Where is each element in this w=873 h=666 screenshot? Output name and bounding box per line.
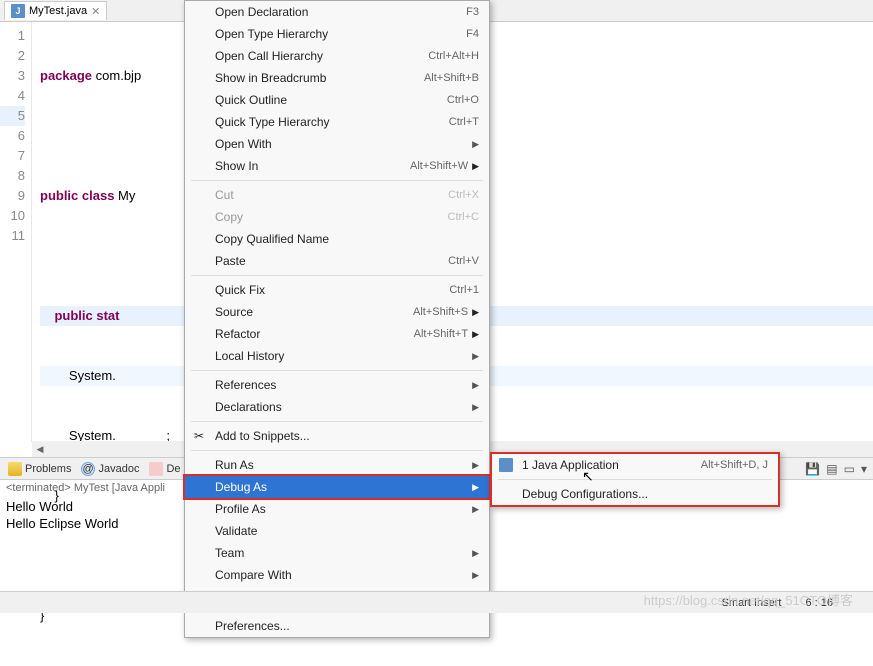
scroll-left-icon[interactable]: ◀	[32, 441, 48, 457]
chevron-right-icon: ▶	[472, 307, 479, 318]
status-bar: Smart Insert 6 : 16	[0, 591, 873, 613]
submenu-java-application[interactable]: 1 Java Application Alt+Shift+D, J	[492, 454, 778, 476]
menu-references[interactable]: References▶	[185, 374, 489, 396]
submenu-debug-configurations[interactable]: Debug Configurations...	[492, 483, 778, 505]
menu-show-in[interactable]: Show InAlt+Shift+W ▶	[185, 155, 489, 177]
menu-validate[interactable]: Validate	[185, 520, 489, 542]
menu-refactor[interactable]: RefactorAlt+Shift+T ▶	[185, 323, 489, 345]
menu-debug-as[interactable]: Debug As▶	[185, 476, 489, 498]
console-toolbar: 💾 ▤ ▭ ▾	[805, 458, 867, 480]
save-icon[interactable]: 💾	[805, 462, 820, 476]
chevron-right-icon: ▶	[472, 482, 479, 493]
menu-profile-as[interactable]: Profile As▶	[185, 498, 489, 520]
menu-separator	[191, 450, 483, 451]
menu-run-as[interactable]: Run As▶	[185, 454, 489, 476]
menu-quick-fix[interactable]: Quick FixCtrl+1	[185, 279, 489, 301]
menu-separator	[191, 421, 483, 422]
menu-paste[interactable]: PasteCtrl+V	[185, 250, 489, 272]
menu-source[interactable]: SourceAlt+Shift+S ▶	[185, 301, 489, 323]
console-icon[interactable]: ▤	[826, 462, 837, 476]
declaration-icon	[149, 462, 163, 476]
menu-separator	[191, 370, 483, 371]
javadoc-icon: @	[81, 462, 95, 476]
menu-separator	[191, 180, 483, 181]
menu-compare-with[interactable]: Compare With▶	[185, 564, 489, 586]
menu-copy-qualified-name[interactable]: Copy Qualified Name	[185, 228, 489, 250]
menu-copy: CopyCtrl+C	[185, 206, 489, 228]
line-gutter: 1 2 3 4 5 6 7 8 9 10 11	[0, 22, 32, 442]
chevron-right-icon: ▶	[472, 380, 479, 391]
chevron-right-icon: ▶	[472, 402, 479, 413]
insert-mode: Smart Insert	[722, 597, 782, 609]
chevron-right-icon: ▶	[472, 351, 479, 362]
menu-declarations[interactable]: Declarations▶	[185, 396, 489, 418]
chevron-right-icon: ▶	[472, 570, 479, 581]
menu-local-history[interactable]: Local History▶	[185, 345, 489, 367]
menu-open-type-hierarchy[interactable]: Open Type HierarchyF4	[185, 23, 489, 45]
menu-cut: CutCtrl+X	[185, 184, 489, 206]
menu-show-in-breadcrumb[interactable]: Show in BreadcrumbAlt+Shift+B	[185, 67, 489, 89]
menu-team[interactable]: Team▶	[185, 542, 489, 564]
menu-separator	[191, 275, 483, 276]
menu-open-declaration[interactable]: Open DeclarationF3	[185, 1, 489, 23]
editor-tab[interactable]: J MyTest.java ✕	[4, 1, 107, 20]
tab-problems[interactable]: Problems	[4, 460, 75, 478]
chevron-right-icon: ▶	[472, 329, 479, 340]
cursor-position: 6 : 16	[805, 597, 833, 609]
java-file-icon: J	[11, 4, 25, 18]
menu-quick-outline[interactable]: Quick OutlineCtrl+O	[185, 89, 489, 111]
tab-declaration[interactable]: De	[145, 460, 184, 478]
java-app-icon	[498, 457, 514, 473]
chevron-right-icon: ▶	[472, 161, 479, 172]
menu-open-call-hierarchy[interactable]: Open Call HierarchyCtrl+Alt+H	[185, 45, 489, 67]
menu-open-with[interactable]: Open With▶	[185, 133, 489, 155]
minimize-icon[interactable]: ▭	[844, 462, 855, 476]
tab-filename: MyTest.java	[29, 5, 87, 17]
close-icon[interactable]: ✕	[91, 5, 100, 18]
dropdown-icon[interactable]: ▾	[861, 462, 867, 476]
snippet-icon: ✂	[191, 428, 207, 444]
context-menu: Open DeclarationF3Open Type HierarchyF4O…	[184, 0, 490, 638]
tab-javadoc[interactable]: @Javadoc	[77, 460, 143, 478]
menu-quick-type-hierarchy[interactable]: Quick Type HierarchyCtrl+T	[185, 111, 489, 133]
chevron-right-icon: ▶	[472, 139, 479, 150]
chevron-right-icon: ▶	[472, 548, 479, 559]
chevron-right-icon: ▶	[472, 460, 479, 471]
problems-icon	[8, 462, 22, 476]
menu-separator	[498, 479, 772, 480]
menu-add-to-snippets[interactable]: ✂Add to Snippets...	[185, 425, 489, 447]
debug-as-submenu: 1 Java Application Alt+Shift+D, J Debug …	[490, 452, 780, 507]
menu-preferences[interactable]: Preferences...	[185, 615, 489, 637]
chevron-right-icon: ▶	[472, 504, 479, 515]
